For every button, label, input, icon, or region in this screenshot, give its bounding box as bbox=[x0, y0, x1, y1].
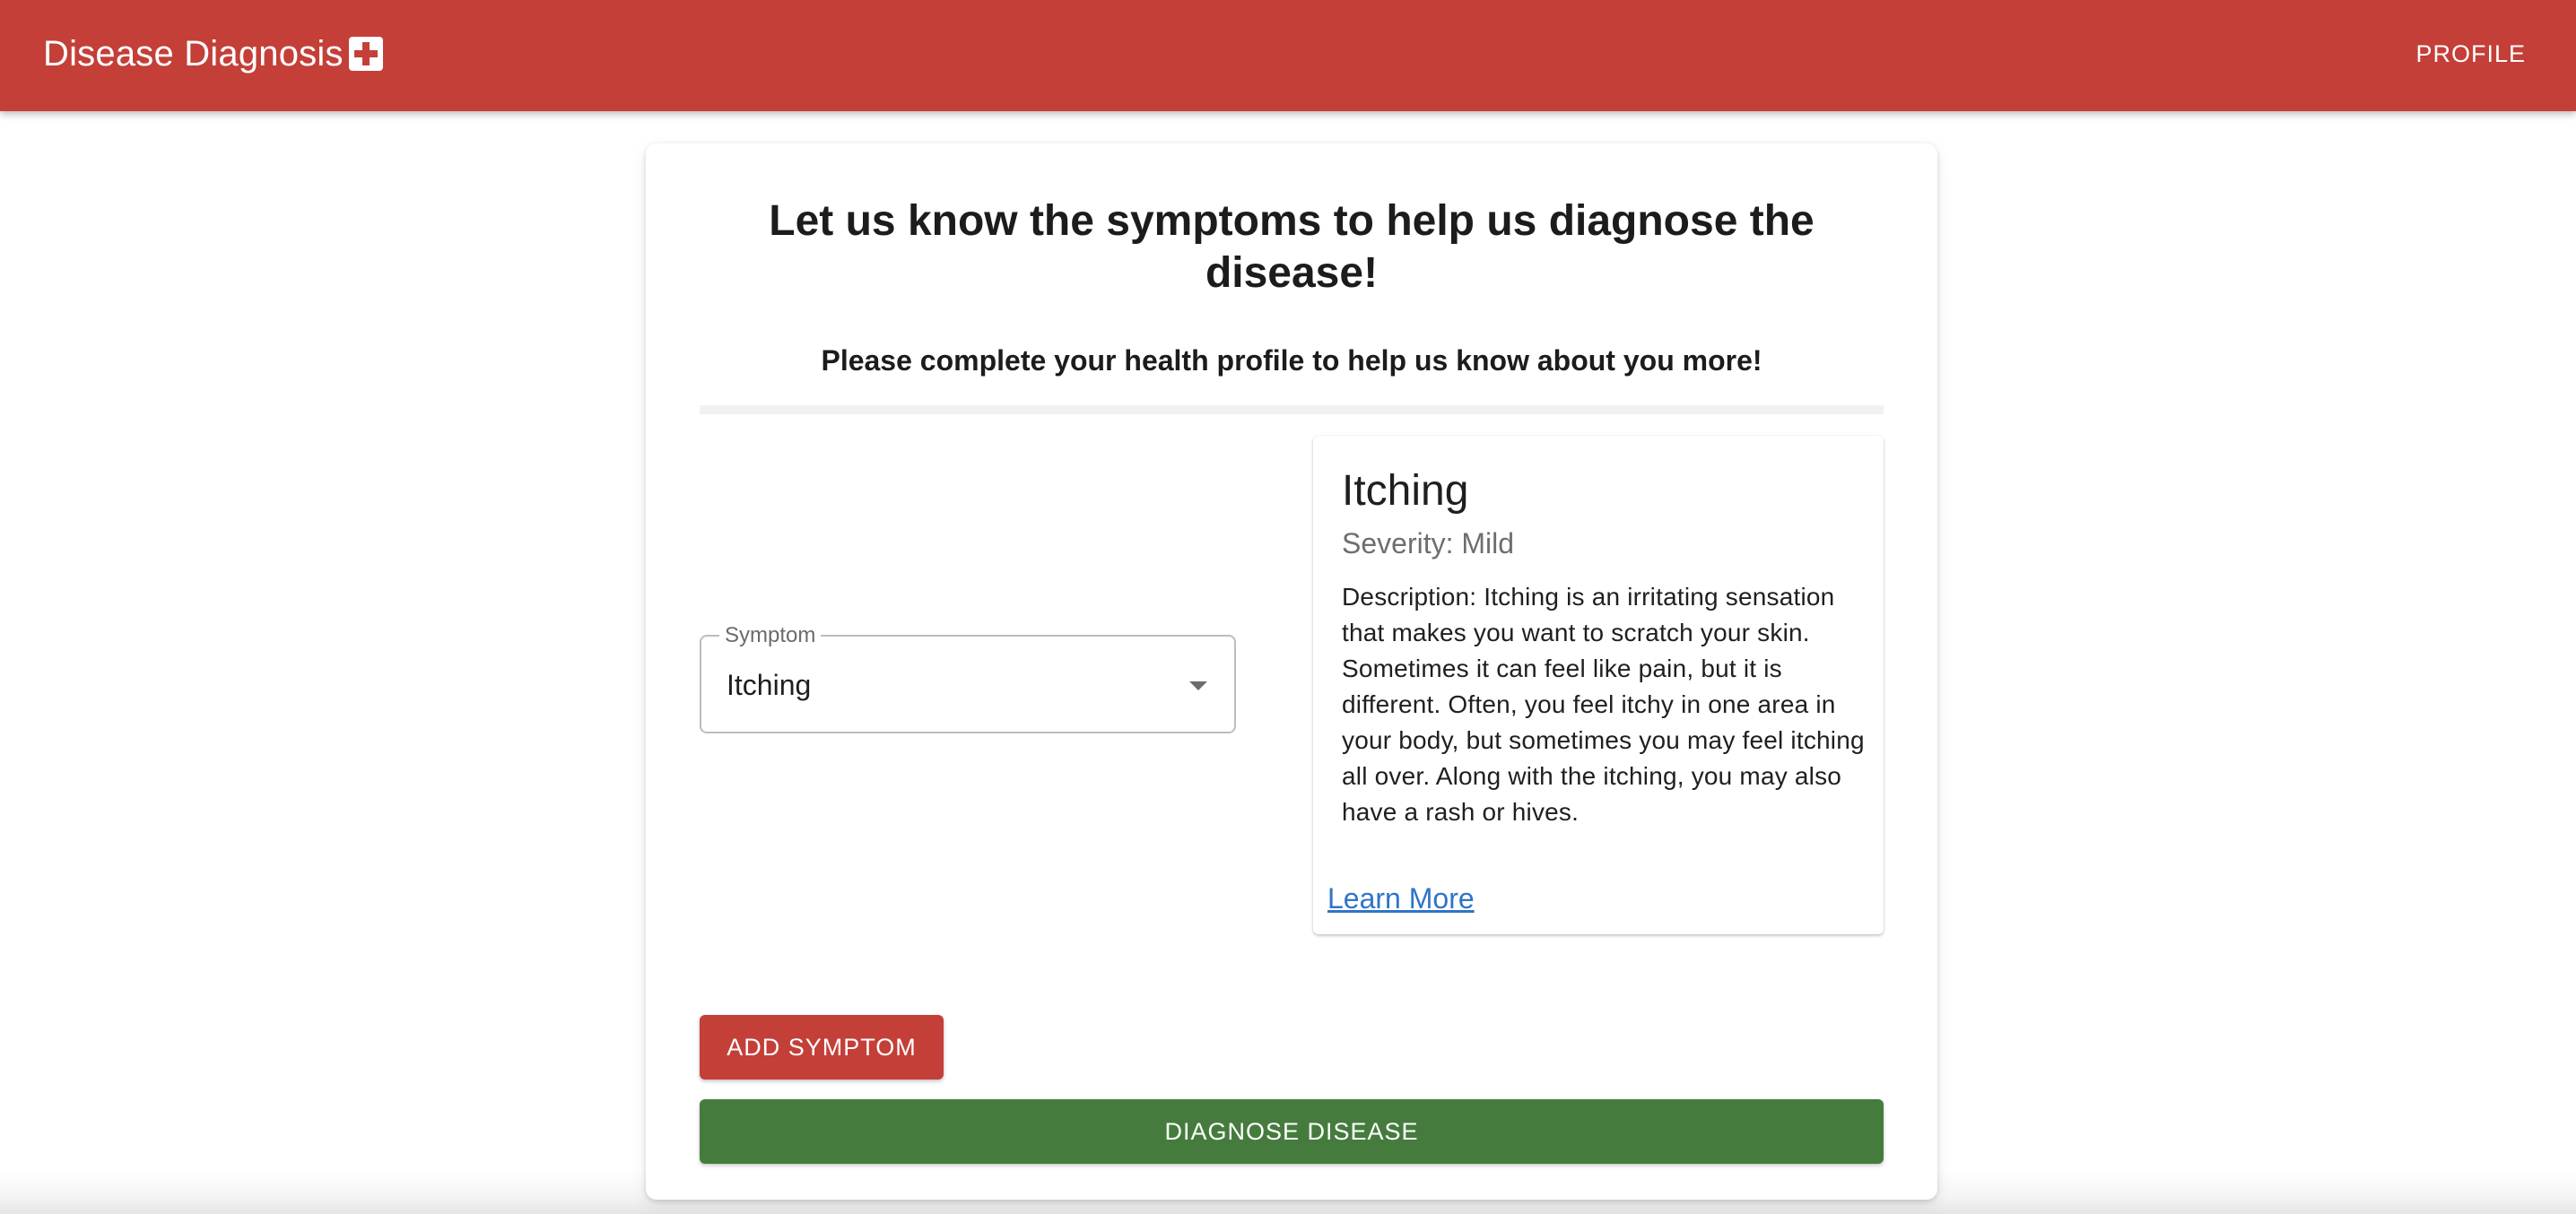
app-bar: Disease Diagnosis PROFILE bbox=[0, 0, 2576, 111]
symptom-severity: Severity: Mild bbox=[1342, 527, 1515, 559]
chevron-down-icon[interactable] bbox=[1189, 681, 1207, 690]
symptom-description: Description: Itching is an irritating se… bbox=[1342, 583, 1865, 826]
brand[interactable]: Disease Diagnosis bbox=[43, 29, 383, 79]
symptom-form-card: Let us know the symptoms to help us diag… bbox=[646, 143, 1937, 1200]
page-subtitle: Please complete your health profile to h… bbox=[821, 344, 1762, 377]
diagnose-disease-button[interactable]: DIAGNOSE DISEASE bbox=[700, 1099, 1884, 1164]
app-title: Disease Diagnosis bbox=[43, 33, 344, 74]
symptom-select[interactable]: Symptom Itching bbox=[700, 624, 1236, 733]
profile-button[interactable]: PROFILE bbox=[2415, 36, 2526, 72]
symptom-name: Itching bbox=[1342, 467, 1469, 515]
page-title: Let us know the symptoms to help us diag… bbox=[769, 197, 1815, 297]
symptom-select-value: Itching bbox=[727, 669, 812, 701]
symptom-info-card: Itching Severity: Mild Description: Itch… bbox=[1313, 436, 1884, 934]
progress-track bbox=[700, 405, 1884, 414]
learn-more-link[interactable]: Learn More bbox=[1327, 880, 1475, 916]
medical-cross-icon bbox=[348, 37, 383, 71]
symptom-select-label: Symptom bbox=[719, 624, 822, 647]
add-symptom-button[interactable]: ADD SYMPTOM bbox=[700, 1015, 944, 1080]
